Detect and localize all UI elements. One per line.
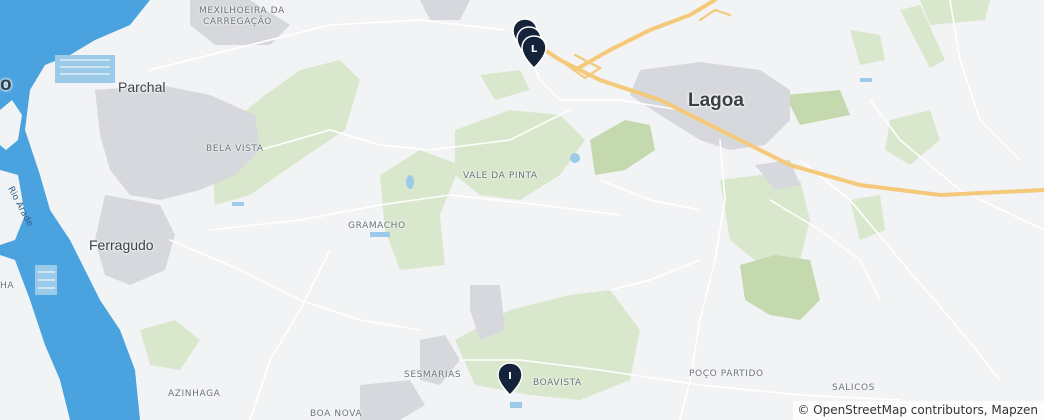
marker-letter: I — [508, 371, 512, 382]
place-label-ferragudo: Ferragudo — [89, 237, 154, 253]
map-pin-icon: L — [521, 35, 547, 70]
map-marker-l[interactable]: L — [521, 35, 547, 74]
map-marker-i[interactable]: I — [497, 362, 523, 401]
marker-letter: L — [531, 44, 538, 55]
map-attribution[interactable]: © OpenStreetMap contributors, Mapzen — [793, 401, 1044, 420]
place-label-gramacho: GRAMACHO — [348, 221, 406, 231]
place-label-boa-nova: BOA NOVA — [310, 409, 363, 419]
place-label-mexilhoeira: MEXILHOEIRA DA — [199, 6, 285, 16]
place-label-boavista: BOAVISTA — [533, 378, 582, 388]
map-pin-icon: I — [497, 362, 523, 397]
place-label-vale-da-pinta: VALE DA PINTA — [463, 171, 538, 181]
place-label-parchal: Parchal — [118, 79, 166, 95]
place-label-poco-partido: POÇO PARTIDO — [689, 369, 764, 379]
place-label-salicos: SALICOS — [832, 383, 875, 393]
place-label-lagoa: Lagoa — [688, 90, 744, 111]
place-label-mexilhoeira-2: CARREGAÇÃO — [203, 17, 272, 27]
place-label-partial-left-2: HA — [0, 281, 15, 291]
place-label-partial-left: o — [0, 74, 12, 95]
place-label-bela-vista: BELA VISTA — [206, 144, 264, 154]
place-label-azinhaga: AZINHAGA — [168, 389, 221, 399]
place-label-sesmarias: SESMARIAS — [404, 370, 462, 380]
map-canvas[interactable]: MEXILHOEIRA DA CARREGAÇÃO Parchal BELA V… — [0, 0, 1044, 420]
